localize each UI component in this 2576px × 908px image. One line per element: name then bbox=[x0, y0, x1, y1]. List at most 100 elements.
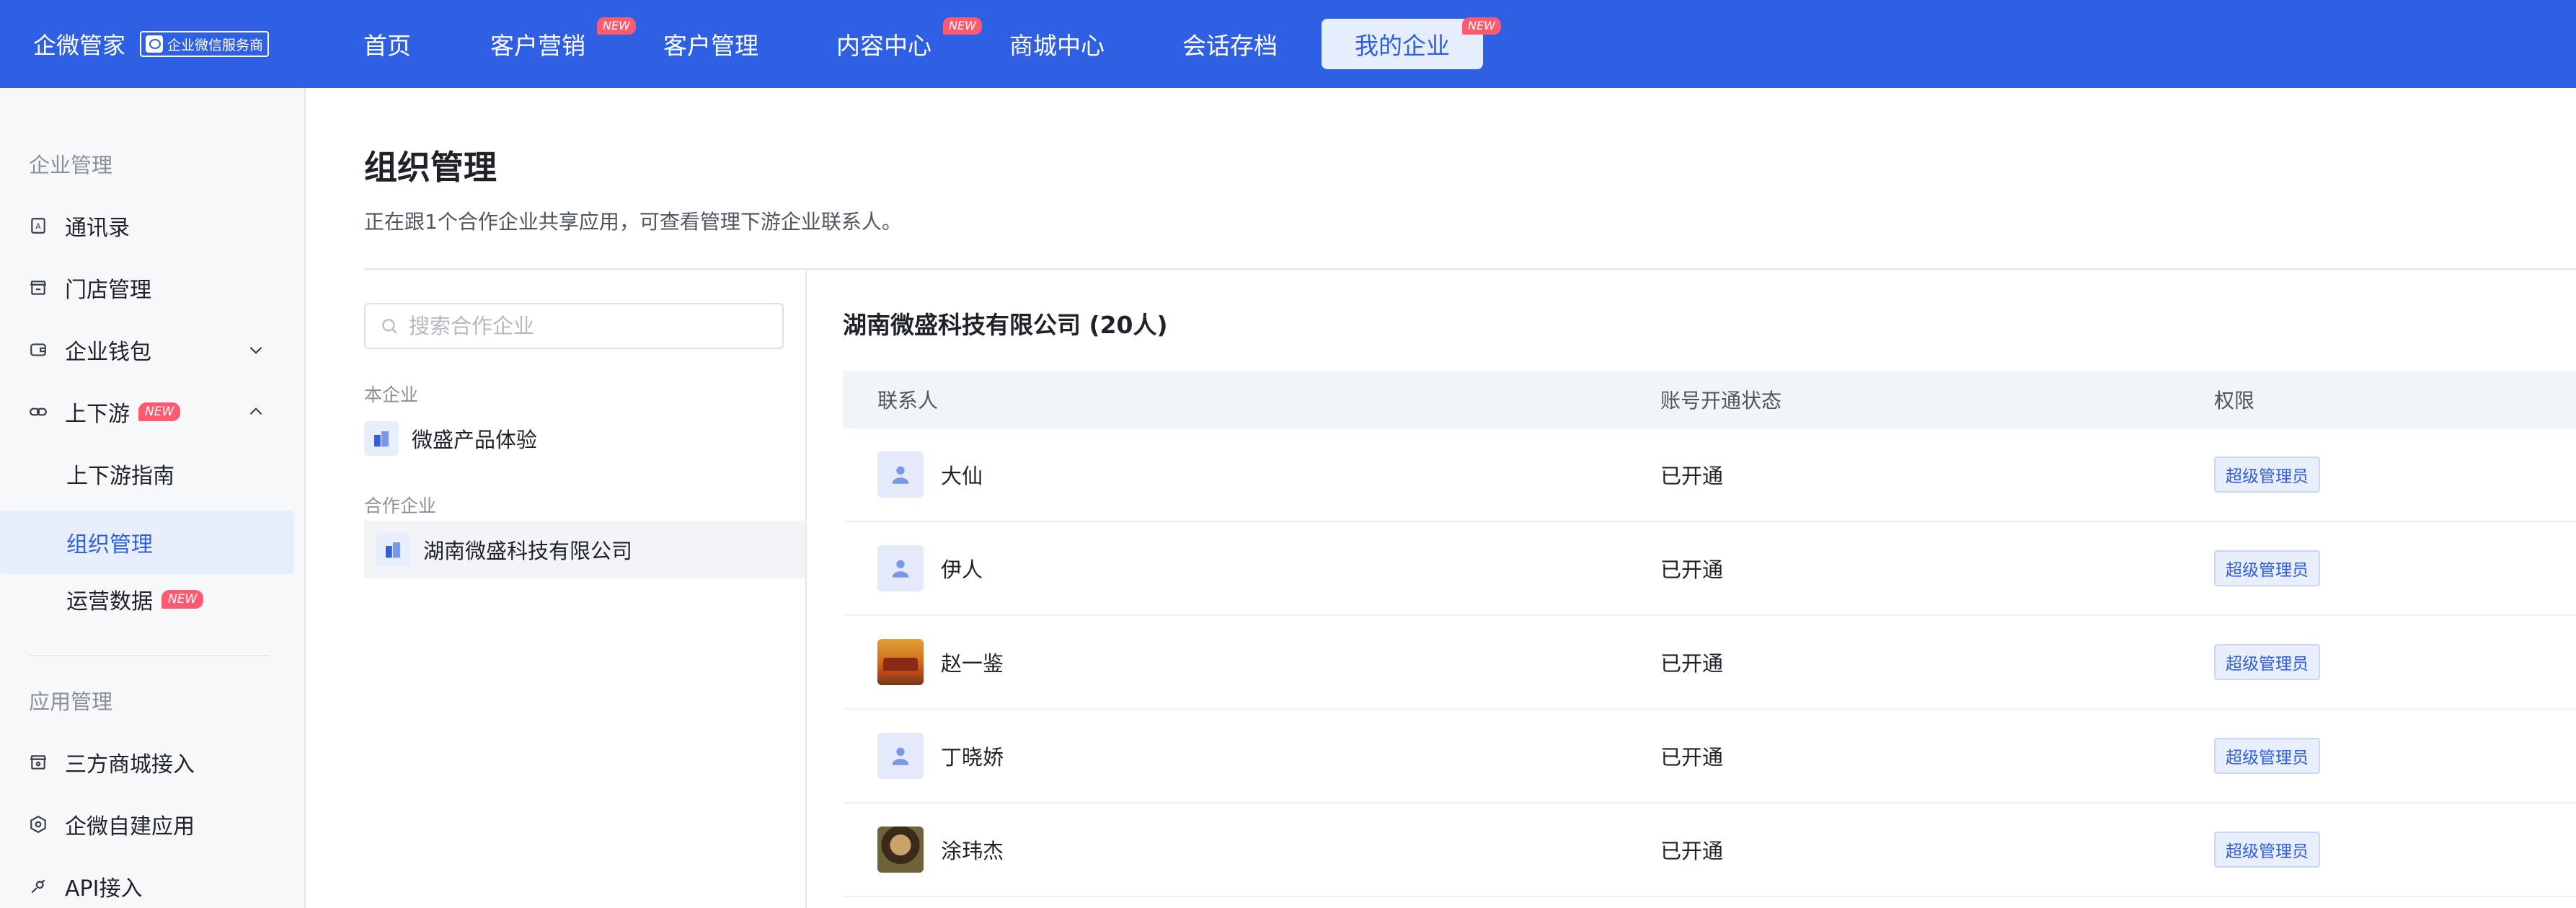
nav-chat-archive-label: 会话存档 bbox=[1182, 32, 1278, 60]
avatar bbox=[877, 733, 924, 779]
org-item-label: 湖南微盛科技有限公司 bbox=[423, 539, 633, 563]
store-icon bbox=[29, 278, 48, 297]
nav-customer-marketing-label: 客户营销 bbox=[490, 32, 585, 60]
chevron-down-icon[interactable] bbox=[247, 340, 265, 359]
sidebar-group-app: 应用管理 bbox=[29, 689, 113, 714]
avatar bbox=[877, 451, 924, 498]
contact-name: 涂玮杰 bbox=[941, 839, 1004, 863]
sidebar-item-api[interactable]: API接入 bbox=[0, 855, 294, 908]
wecom-icon bbox=[146, 35, 164, 53]
table-row[interactable]: 伊人 已开通 超级管理员 bbox=[843, 522, 2576, 616]
role-tag: 超级管理员 bbox=[2214, 457, 2320, 493]
column-header-status: 账号开通状态 bbox=[1660, 389, 1782, 413]
table-row[interactable]: 涂玮杰 已开通 超级管理员 bbox=[843, 803, 2576, 897]
top-navigation-bar: 企微管家 企业微信服务商 首页 客户营销 NEW 客户管理 内容中心 NEW 商… bbox=[0, 0, 2576, 88]
sidebar: 企业管理 A 通讯录 门店管理 企业钱包 上下游 NEW 上下游指南 组织管理 … bbox=[0, 88, 306, 908]
sidebar-item-upstream-downstream[interactable]: 上下游 NEW bbox=[0, 381, 294, 443]
sidebar-item-self-built-app[interactable]: 企微自建应用 bbox=[0, 793, 294, 855]
sidebar-item-label: 运营数据 bbox=[66, 589, 153, 614]
sidebar-item-operation-data[interactable]: 运营数据 NEW bbox=[0, 568, 294, 630]
sidebar-item-label: 门店管理 bbox=[65, 278, 151, 303]
nav-content-center[interactable]: 内容中心 bbox=[802, 19, 966, 69]
table-header: 联系人 账号开通状态 权限 bbox=[843, 371, 2576, 428]
sidebar-item-guide[interactable]: 上下游指南 bbox=[0, 443, 294, 505]
contact-name: 丁晓娇 bbox=[941, 745, 1004, 770]
brand-name: 企微管家 bbox=[33, 32, 126, 59]
link-icon bbox=[29, 402, 48, 421]
partner-search[interactable] bbox=[364, 303, 784, 349]
own-enterprise-group-label: 本企业 bbox=[364, 384, 419, 405]
sidebar-item-contacts[interactable]: A 通讯录 bbox=[0, 195, 294, 257]
new-badge: NEW bbox=[138, 402, 181, 421]
contact-name: 大仙 bbox=[941, 464, 983, 488]
avatar bbox=[877, 545, 924, 591]
sidebar-item-label: 企微自建应用 bbox=[65, 814, 195, 839]
nav-mall-center-label: 商城中心 bbox=[1009, 32, 1105, 60]
sidebar-item-org-management[interactable]: 组织管理 bbox=[0, 511, 294, 574]
nav-mall-center[interactable]: 商城中心 bbox=[975, 19, 1139, 69]
building-icon bbox=[376, 532, 410, 567]
brand[interactable]: 企微管家 企业微信服务商 bbox=[33, 27, 270, 61]
contacts-table: 联系人 账号开通状态 权限 大仙 已开通 超级管理员 伊人 已开通 超级管理员 bbox=[843, 371, 2576, 897]
account-status: 已开通 bbox=[1660, 651, 1724, 676]
user-icon bbox=[892, 747, 909, 765]
nav-home[interactable]: 首页 bbox=[329, 19, 446, 69]
table-row[interactable]: 大仙 已开通 超级管理员 bbox=[843, 428, 2576, 522]
wallet-icon bbox=[29, 340, 48, 359]
svg-text:A: A bbox=[35, 221, 41, 231]
partner-search-input[interactable] bbox=[409, 314, 769, 338]
new-badge: NEW bbox=[1462, 17, 1501, 35]
role-tag: 超级管理员 bbox=[2214, 550, 2320, 586]
org-item-label: 微盛产品体验 bbox=[412, 428, 538, 452]
api-icon bbox=[29, 877, 48, 896]
nav-content-center-label: 内容中心 bbox=[836, 32, 931, 60]
nav-customer-management[interactable]: 客户管理 bbox=[629, 19, 793, 69]
sidebar-item-label: 上下游指南 bbox=[66, 464, 174, 489]
table-row[interactable]: 丁晓娇 已开通 超级管理员 bbox=[843, 710, 2576, 803]
account-status: 已开通 bbox=[1660, 839, 1724, 863]
nav-my-enterprise-label: 我的企业 bbox=[1355, 32, 1450, 60]
search-icon bbox=[382, 319, 397, 334]
org-item-own[interactable]: 微盛产品体验 bbox=[364, 410, 805, 467]
sidebar-item-label: 企业钱包 bbox=[65, 340, 151, 365]
nav-customer-marketing[interactable]: 客户营销 bbox=[456, 19, 620, 69]
page-title: 组织管理 bbox=[364, 148, 497, 187]
account-status: 已开通 bbox=[1660, 745, 1724, 770]
column-header-role: 权限 bbox=[2214, 389, 2255, 413]
role-tag: 超级管理员 bbox=[2214, 738, 2320, 774]
role-tag: 超级管理员 bbox=[2214, 644, 2320, 680]
partner-list-pane: 本企业 微盛产品体验 合作企业 湖南微盛科技有限公司 bbox=[364, 270, 805, 908]
account-status: 已开通 bbox=[1660, 557, 1724, 582]
sidebar-item-label: API接入 bbox=[65, 876, 143, 902]
sidebar-item-store[interactable]: 门店管理 bbox=[0, 257, 294, 319]
avatar bbox=[877, 827, 924, 873]
chevron-up-icon[interactable] bbox=[247, 402, 265, 421]
contacts-icon: A bbox=[29, 216, 48, 235]
company-title: 湖南微盛科技有限公司 (20人) bbox=[843, 311, 1168, 339]
sidebar-item-wallet[interactable]: 企业钱包 bbox=[0, 319, 294, 381]
sidebar-item-label: 组织管理 bbox=[66, 532, 153, 557]
service-provider-badge: 企业微信服务商 bbox=[140, 31, 270, 57]
user-icon bbox=[892, 560, 909, 578]
building-icon bbox=[364, 421, 399, 456]
app-icon bbox=[29, 815, 48, 834]
new-badge: NEW bbox=[161, 590, 204, 609]
partner-enterprise-group-label: 合作企业 bbox=[364, 495, 437, 516]
contact-name: 赵一鉴 bbox=[941, 651, 1004, 676]
nav-my-enterprise[interactable]: 我的企业 bbox=[1322, 19, 1483, 69]
role-tag: 超级管理员 bbox=[2214, 832, 2320, 868]
nav-chat-archive[interactable]: 会话存档 bbox=[1148, 19, 1312, 69]
user-icon bbox=[892, 466, 909, 484]
sidebar-divider bbox=[29, 655, 270, 656]
nav-customer-management-label: 客户管理 bbox=[663, 32, 758, 60]
table-row[interactable]: 赵一鉴 已开通 超级管理员 bbox=[843, 616, 2576, 710]
service-provider-badge-label: 企业微信服务商 bbox=[167, 37, 264, 53]
sidebar-item-label: 三方商城接入 bbox=[65, 752, 195, 777]
nav-home-label: 首页 bbox=[363, 32, 411, 60]
sidebar-item-third-party-mall[interactable]: 三方商城接入 bbox=[0, 731, 294, 793]
org-item-partner[interactable]: 湖南微盛科技有限公司 bbox=[364, 521, 805, 578]
account-status: 已开通 bbox=[1660, 464, 1724, 488]
contacts-pane: 湖南微盛科技有限公司 (20人) 联系人 账号开通状态 权限 大仙 已开通 超级… bbox=[807, 270, 2576, 908]
avatar bbox=[877, 639, 924, 685]
contact-name: 伊人 bbox=[941, 557, 983, 582]
